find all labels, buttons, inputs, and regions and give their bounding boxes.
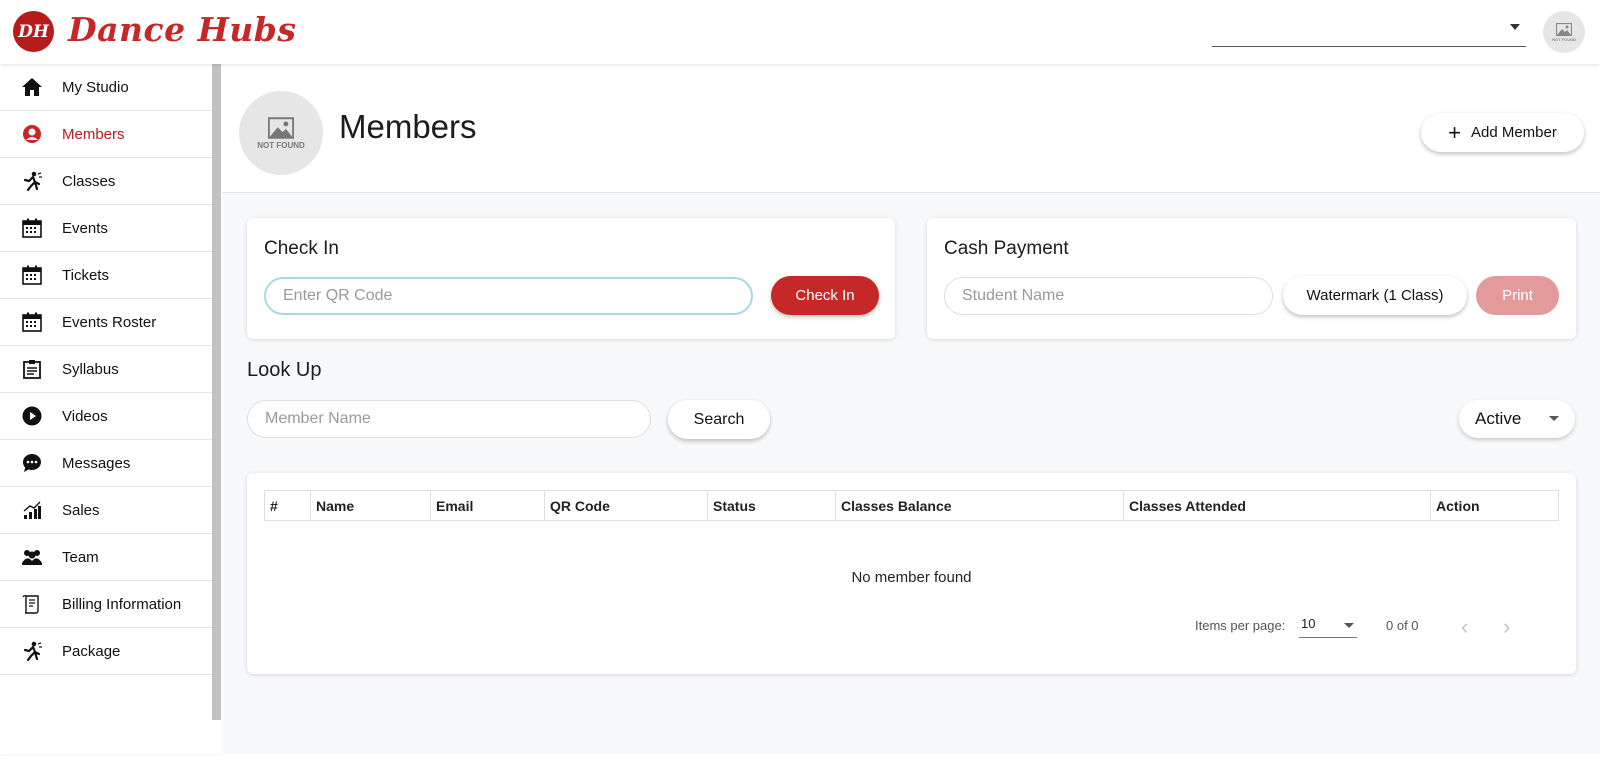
calendar-icon	[21, 264, 43, 286]
add-member-button[interactable]: + Add Member	[1421, 113, 1584, 152]
cash-payment-card: Cash Payment Student Name Watermark (1 C…	[927, 218, 1576, 339]
chevron-down-icon	[1549, 416, 1559, 421]
plus-icon: +	[1448, 119, 1461, 145]
sidebar-item-syllabus[interactable]: Syllabus	[0, 346, 212, 393]
add-member-label: Add Member	[1470, 124, 1557, 141]
table-header-row: # Name Email QR Code Status Classes Bala…	[264, 490, 1559, 521]
member-name-input[interactable]: Member Name	[247, 400, 651, 438]
empty-table-message: No member found	[851, 569, 972, 586]
sidebar-item-label: Events Roster	[62, 313, 157, 331]
main-content: NOT FOUND Members + Add Member Check In …	[222, 64, 1600, 754]
column-header-status[interactable]: Status	[707, 490, 836, 521]
dancer-icon	[21, 170, 43, 192]
sidebar-item-label: Events	[62, 219, 108, 237]
sidebar-item-events-roster[interactable]: Events Roster	[0, 299, 212, 346]
qr-code-placeholder: Enter QR Code	[283, 287, 393, 304]
sidebar-scrollbar[interactable]	[212, 64, 221, 720]
column-header-action: Action	[1430, 490, 1559, 521]
avatar-not-found-text: NOT FOUND	[257, 140, 305, 150]
check-in-card: Check In Enter QR Code Check In	[247, 218, 895, 339]
sidebar-item-sales[interactable]: Sales	[0, 487, 212, 534]
chevron-down-icon	[1344, 623, 1354, 628]
home-icon	[21, 76, 43, 98]
check-in-title: Check In	[264, 238, 339, 259]
cash-payment-title: Cash Payment	[944, 238, 1069, 259]
sidebar-item-label: Messages	[62, 454, 131, 472]
user-avatar[interactable]: NOT FOUND	[1543, 11, 1585, 53]
sidebar-item-messages[interactable]: Messages	[0, 440, 212, 487]
studio-select[interactable]	[1212, 14, 1526, 47]
sidebar-item-label: Classes	[62, 172, 116, 190]
next-page-icon[interactable]: ›	[1503, 614, 1510, 640]
student-name-placeholder: Student Name	[962, 287, 1065, 304]
brand-name[interactable]: Dance Hubs	[68, 10, 296, 49]
calendar-icon	[21, 217, 43, 239]
sidebar-item-tickets[interactable]: Tickets	[0, 252, 212, 299]
sidebar-item-team[interactable]: Team	[0, 534, 212, 581]
sidebar-item-label: Videos	[62, 407, 108, 425]
column-header-email[interactable]: Email	[430, 490, 545, 521]
top-bar: DH Dance Hubs NOT FOUND	[0, 0, 1600, 64]
members-table-card: # Name Email QR Code Status Classes Bala…	[247, 473, 1576, 674]
column-header-number[interactable]: #	[264, 490, 311, 521]
column-header-name[interactable]: Name	[310, 490, 431, 521]
sidebar-item-label: Billing Information	[62, 595, 182, 613]
sidebar-item-label: My Studio	[62, 78, 129, 96]
status-filter-select[interactable]: Active	[1459, 400, 1575, 438]
page-header: NOT FOUND Members + Add Member	[222, 64, 1600, 193]
chevron-down-icon	[1510, 24, 1520, 30]
print-button[interactable]: Print	[1476, 276, 1559, 315]
sidebar: My Studio Members Classes Events Tickets…	[0, 64, 222, 754]
previous-page-icon[interactable]: ‹	[1461, 614, 1468, 640]
student-name-input[interactable]: Student Name	[944, 277, 1273, 315]
qr-code-input[interactable]: Enter QR Code	[264, 277, 753, 315]
pagination-range: 0 of 0	[1386, 618, 1419, 633]
status-filter-value: Active	[1475, 409, 1522, 428]
play-icon	[21, 405, 43, 427]
items-per-page-label: Items per page:	[1195, 618, 1286, 633]
sidebar-item-label: Members	[62, 125, 125, 143]
check-in-button[interactable]: Check In	[771, 276, 879, 315]
image-placeholder-icon	[1556, 22, 1572, 36]
team-icon	[21, 546, 43, 568]
items-per-page-value: 10	[1301, 616, 1316, 631]
sidebar-item-videos[interactable]: Videos	[0, 393, 212, 440]
sidebar-item-package[interactable]: Package	[0, 628, 212, 675]
sidebar-item-classes[interactable]: Classes	[0, 158, 212, 205]
column-header-qr-code[interactable]: QR Code	[544, 490, 708, 521]
sidebar-item-label: Sales	[62, 501, 100, 519]
members-table: # Name Email QR Code Status Classes Bala…	[264, 490, 1559, 521]
sidebar-item-label: Syllabus	[62, 360, 119, 378]
calendar-icon	[21, 311, 43, 333]
chat-icon	[21, 452, 43, 474]
brand-logo[interactable]: DH	[13, 11, 54, 52]
sidebar-item-events[interactable]: Events	[0, 205, 212, 252]
receipt-icon	[21, 593, 43, 615]
member-icon	[21, 123, 43, 145]
studio-avatar: NOT FOUND	[239, 91, 323, 175]
clipboard-icon	[21, 358, 43, 380]
search-button[interactable]: Search	[668, 400, 770, 439]
column-header-classes-balance[interactable]: Classes Balance	[835, 490, 1124, 521]
dancer-icon	[21, 640, 43, 662]
page-title: Members	[339, 108, 477, 145]
sidebar-item-members[interactable]: Members	[0, 111, 212, 158]
member-name-placeholder: Member Name	[265, 410, 371, 427]
sidebar-item-label: Team	[62, 548, 99, 566]
image-placeholder-icon	[268, 116, 294, 139]
sidebar-item-label: Package	[62, 642, 121, 660]
items-per-page-select[interactable]: 10	[1299, 616, 1357, 638]
sidebar-item-billing-information[interactable]: Billing Information	[0, 581, 212, 628]
avatar-not-found-text: NOT FOUND	[1552, 36, 1576, 42]
sidebar-item-my-studio[interactable]: My Studio	[0, 64, 212, 111]
column-header-classes-attended[interactable]: Classes Attended	[1123, 490, 1431, 521]
sidebar-item-label: Tickets	[62, 266, 109, 284]
lookup-title: Look Up	[247, 359, 322, 381]
watermark-button[interactable]: Watermark (1 Class)	[1283, 276, 1467, 315]
chart-icon	[21, 499, 43, 521]
